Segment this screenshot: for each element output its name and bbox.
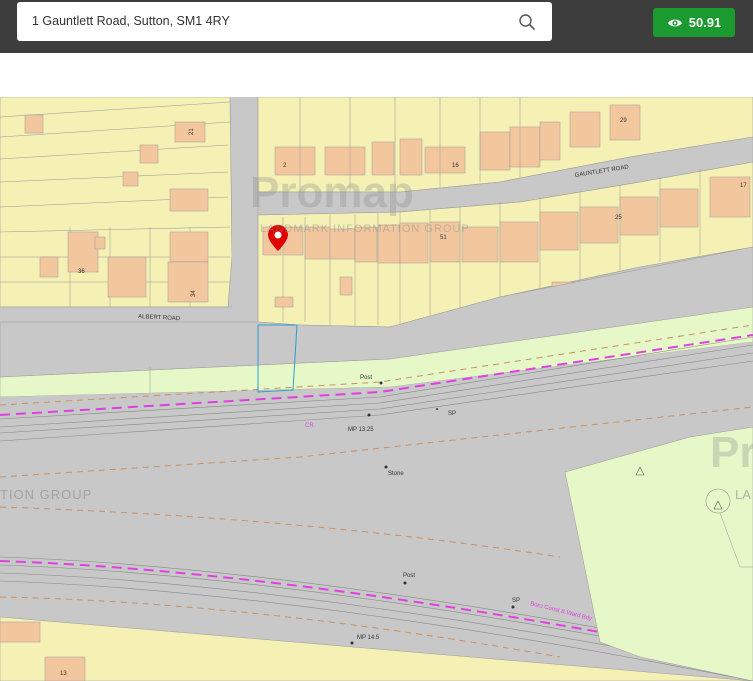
watermark-tagline: LANDMARK INFORMATION GROUP <box>260 223 470 235</box>
house-number-25: 25 <box>615 215 622 221</box>
search-icon[interactable] <box>518 13 536 31</box>
label-mp-2: MP 14.5 <box>357 635 380 641</box>
label-post-1: Post <box>360 375 372 381</box>
watermark-tagline-right: LA <box>735 487 751 502</box>
address-search-box[interactable]: 1 Gauntlett Road, Sutton, SM1 4RY <box>17 2 552 41</box>
credits-button[interactable]: 50.91 <box>653 8 735 37</box>
house-number-34: 34 <box>191 290 197 297</box>
house-number-36: 36 <box>78 269 85 275</box>
house-number-13: 13 <box>60 671 67 677</box>
map-view[interactable]: Promap LANDMARK INFORMATION GROUP TION G… <box>0 97 753 681</box>
watermark-tagline-left: TION GROUP <box>0 487 92 502</box>
address-search-input[interactable]: 1 Gauntlett Road, Sutton, SM1 4RY <box>32 14 230 28</box>
house-number-21: 21 <box>189 128 195 135</box>
os-map[interactable]: Promap LANDMARK INFORMATION GROUP TION G… <box>0 97 753 681</box>
label-cr: CR <box>305 423 314 429</box>
top-bar: 1 Gauntlett Road, Sutton, SM1 4RY 50.91 <box>0 0 753 53</box>
house-number-16: 16 <box>452 163 459 169</box>
toolbar-spacer <box>0 53 753 98</box>
label-mp-1: MP 13.25 <box>348 427 374 433</box>
watermark-brand-right: Pr <box>710 428 753 477</box>
eye-icon <box>667 19 682 26</box>
watermark-brand: Promap <box>250 168 414 217</box>
house-number-17: 17 <box>740 183 747 189</box>
credits-value: 50.91 <box>688 15 722 30</box>
label-stone: Stone <box>388 471 404 477</box>
label-post-2: Post <box>403 573 415 579</box>
house-number-51: 51 <box>440 235 447 241</box>
label-sp-2: SP <box>512 598 520 604</box>
house-number-29: 29 <box>620 118 627 124</box>
label-sp-1: SP <box>448 411 456 417</box>
